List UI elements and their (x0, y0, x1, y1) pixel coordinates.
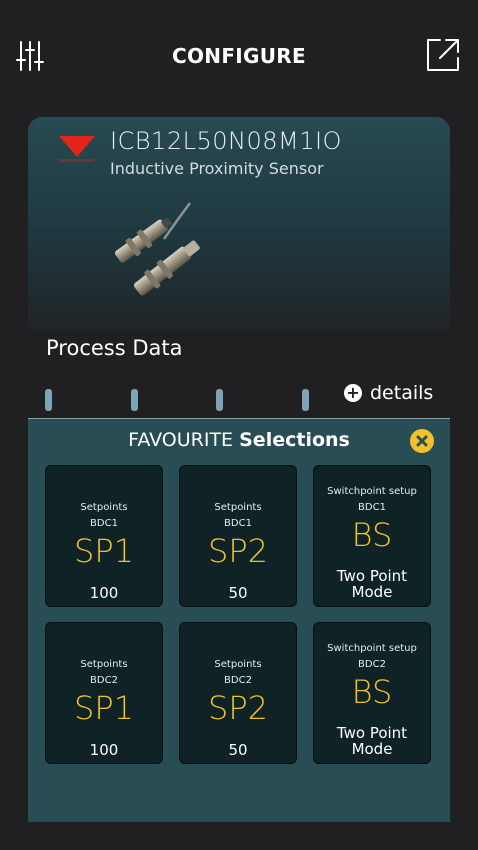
sensor-image (106, 199, 216, 299)
tile-mode-line1: Two Point (336, 724, 408, 742)
tile-caption: Switchpoint setup (327, 643, 417, 654)
process-data-title: Process Data (46, 336, 183, 360)
tile-caption: Setpoints (214, 659, 262, 670)
device-card: ICB12L50N08M1IO Inductive Proximity Sens… (28, 117, 450, 331)
tile-channel: BDC2 (224, 675, 252, 686)
tile-value: 100 (89, 584, 119, 602)
tile-caption: Setpoints (80, 502, 128, 513)
favourite-tile-sp1-bdc1[interactable]: Setpoints BDC1 SP1 100 (45, 465, 163, 607)
tile-value: 100 (89, 741, 119, 759)
plus-icon: + (344, 384, 362, 402)
tile-caption: Setpoints (214, 502, 262, 513)
process-data-marker (302, 389, 309, 411)
favourites-title-bold: Selections (239, 429, 350, 451)
close-icon[interactable] (410, 429, 434, 453)
process-data-marker (45, 389, 52, 411)
tile-code: SP2 (208, 532, 268, 570)
tile-caption: Switchpoint setup (327, 486, 417, 497)
tile-channel: BDC1 (358, 502, 386, 513)
tile-channel: BDC1 (224, 518, 252, 529)
external-link-icon[interactable] (424, 36, 462, 74)
process-data-marker (216, 389, 223, 411)
tile-code: SP2 (208, 689, 268, 727)
tile-code: BS (351, 673, 393, 711)
tile-mode-line2: Mode (351, 583, 393, 601)
favourite-tile-bs-bdc2[interactable]: Switchpoint setup BDC2 BS Two Point Mode (313, 622, 431, 764)
tile-value: 50 (228, 584, 248, 602)
top-bar: CONFIGURE (0, 0, 478, 110)
process-data-marker (131, 389, 138, 411)
tile-channel: BDC1 (90, 518, 118, 529)
tile-caption: Setpoints (80, 659, 128, 670)
favourite-tile-bs-bdc1[interactable]: Switchpoint setup BDC1 BS Two Point Mode (313, 465, 431, 607)
favourite-tile-sp1-bdc2[interactable]: Setpoints BDC2 SP1 100 (45, 622, 163, 764)
favourites-title: FAVOURITE Selections (28, 429, 450, 451)
tile-code: BS (351, 516, 393, 554)
favourites-title-prefix: FAVOURITE (128, 429, 234, 451)
details-button[interactable]: + details (344, 380, 433, 406)
tile-code: SP1 (74, 689, 134, 727)
page-title: CONFIGURE (172, 44, 306, 68)
favourite-tile-sp2-bdc1[interactable]: Setpoints BDC1 SP2 50 (179, 465, 297, 607)
brand-logo-icon (58, 135, 96, 165)
tile-mode-line1: Two Point (336, 567, 408, 585)
tile-value: 50 (228, 741, 248, 759)
device-type: Inductive Proximity Sensor (110, 159, 324, 178)
favourites-panel: FAVOURITE Selections Setpoints BDC1 SP1 … (28, 419, 450, 822)
tile-channel: BDC2 (90, 675, 118, 686)
details-label: details (370, 382, 434, 404)
device-model: ICB12L50N08M1IO (110, 127, 342, 155)
tile-mode-line2: Mode (351, 740, 393, 758)
tile-code: SP1 (74, 532, 134, 570)
tile-channel: BDC2 (358, 659, 386, 670)
favourite-tile-sp2-bdc2[interactable]: Setpoints BDC2 SP2 50 (179, 622, 297, 764)
